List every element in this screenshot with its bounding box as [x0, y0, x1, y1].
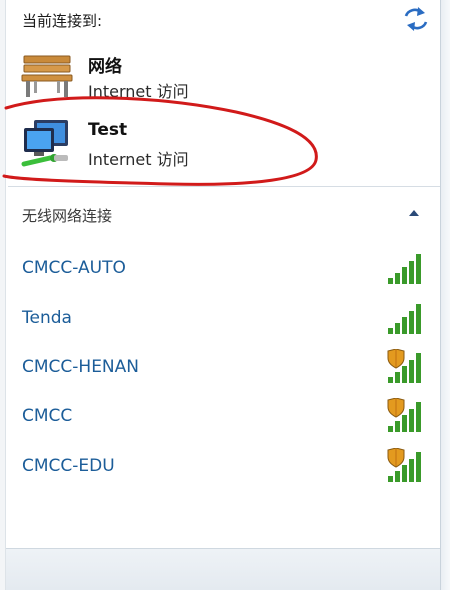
- connection-item-network[interactable]: 网络 Internet 访问: [20, 50, 320, 108]
- panel-left-edge: [0, 0, 6, 590]
- connection-name: 网络: [88, 57, 122, 77]
- signal-strength-icon: [388, 304, 421, 334]
- wireless-section-title: 无线网络连接: [22, 207, 113, 225]
- connection-status: Internet 访问: [88, 150, 189, 169]
- connection-item-test[interactable]: Test Internet 访问: [20, 118, 320, 176]
- signal-strength-icon: [388, 254, 421, 284]
- refresh-icon[interactable]: [400, 4, 432, 34]
- panel-right-edge: [440, 0, 450, 590]
- wifi-network-item[interactable]: CMCC: [12, 398, 432, 438]
- wifi-network-item[interactable]: Tenda: [12, 300, 432, 340]
- secured-signal-strength-icon: [387, 448, 421, 482]
- secured-signal-strength-icon: [387, 349, 421, 383]
- secured-signal-strength-icon: [387, 398, 421, 432]
- computer-network-icon: [21, 120, 68, 167]
- wifi-ssid: CMCC-AUTO: [22, 258, 126, 278]
- network-flyout-panel: 当前连接到: 网络 Internet 访问 Test Internet 访问 无…: [0, 0, 450, 590]
- wifi-ssid: CMCC-EDU: [22, 456, 115, 476]
- wifi-ssid: CMCC: [22, 406, 73, 426]
- bottom-strip: [6, 548, 440, 590]
- wifi-network-item[interactable]: CMCC-AUTO: [12, 250, 432, 290]
- bench-network-icon: [21, 55, 73, 97]
- current-connected-label: 当前连接到:: [22, 12, 103, 30]
- wifi-network-item[interactable]: CMCC-EDU: [12, 448, 432, 488]
- chevron-up-icon[interactable]: [406, 206, 422, 220]
- section-divider: [8, 186, 440, 187]
- wifi-ssid: Tenda: [22, 308, 72, 328]
- wifi-ssid: CMCC-HENAN: [22, 357, 139, 377]
- connection-status: Internet 访问: [88, 82, 189, 101]
- connection-name: Test: [88, 120, 128, 140]
- wifi-network-item[interactable]: CMCC-HENAN: [12, 349, 432, 389]
